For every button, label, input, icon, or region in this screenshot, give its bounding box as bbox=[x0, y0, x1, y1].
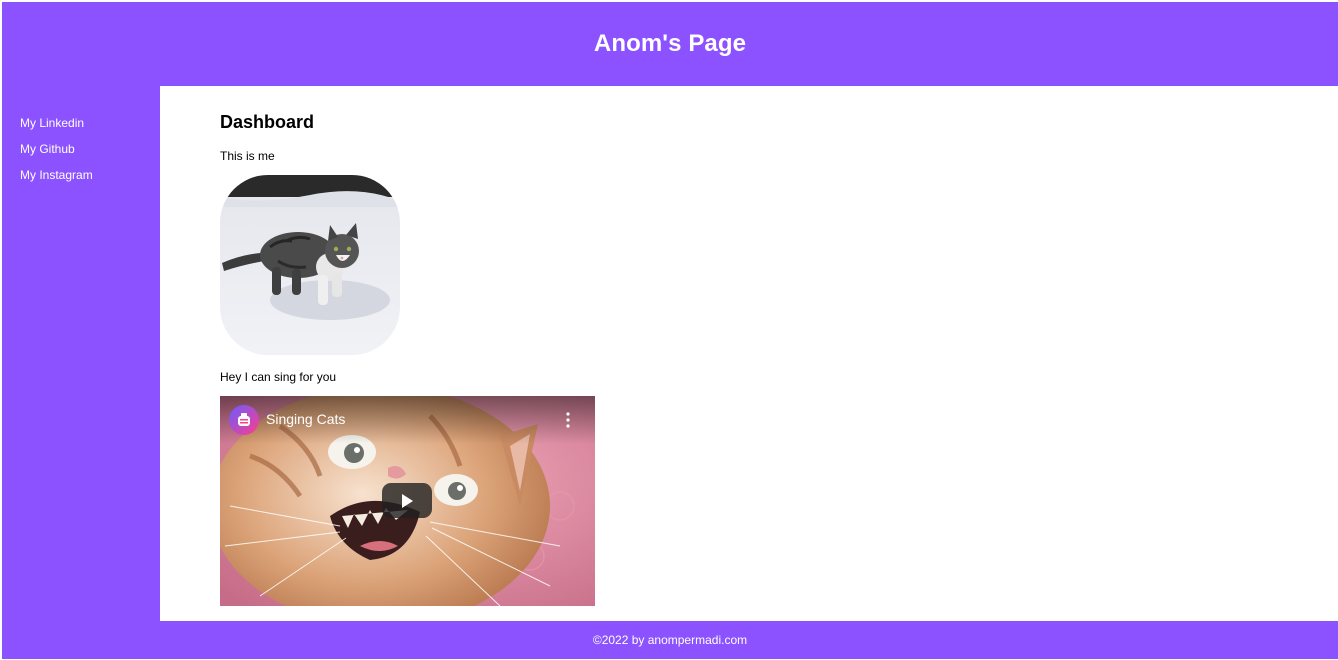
sidebar: My Linkedin My Github My Instagram bbox=[2, 86, 160, 621]
copyright-text: ©2022 by anompermadi.com bbox=[592, 633, 748, 647]
play-button[interactable] bbox=[382, 483, 432, 518]
more-options-icon[interactable] bbox=[562, 411, 574, 429]
cat-photo bbox=[220, 175, 400, 355]
video-caption: Hey I can sing for you bbox=[220, 370, 337, 384]
embedded-video-player[interactable]: Singing Cats bbox=[220, 396, 595, 606]
photo-caption: This is me bbox=[220, 149, 275, 163]
github-link[interactable]: My Github bbox=[20, 142, 75, 156]
site-footer: ©2022 by anompermadi.com bbox=[2, 621, 1338, 659]
channel-avatar-icon[interactable] bbox=[229, 405, 259, 435]
page: Anom's Page My Linkedin My Github My Ins… bbox=[0, 0, 1338, 660]
sidebar-links: My Linkedin My Github My Instagram bbox=[2, 86, 160, 193]
page-title: Dashboard bbox=[220, 112, 315, 132]
sidebar-item-linkedin: My Linkedin bbox=[20, 115, 160, 141]
video-title[interactable]: Singing Cats bbox=[266, 411, 345, 427]
main-content: Dashboard This is me Hey I can sing for … bbox=[160, 86, 1338, 621]
play-icon bbox=[402, 493, 413, 508]
site-header: Anom's Page bbox=[2, 2, 1338, 86]
site-title: Anom's Page bbox=[593, 30, 747, 57]
sidebar-item-github: My Github bbox=[20, 141, 160, 167]
sidebar-item-instagram: My Instagram bbox=[20, 167, 160, 193]
linkedin-link[interactable]: My Linkedin bbox=[20, 116, 84, 130]
video-top-bar: Singing Cats bbox=[220, 396, 595, 444]
instagram-link[interactable]: My Instagram bbox=[20, 168, 93, 182]
